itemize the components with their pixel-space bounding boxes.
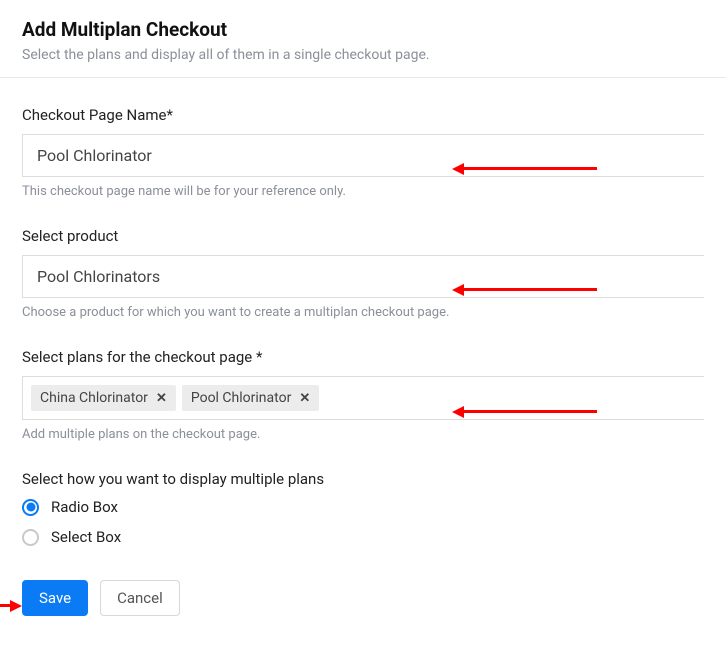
product-select[interactable]: Pool Chlorinators bbox=[22, 255, 704, 298]
remove-tag-icon[interactable]: ✕ bbox=[156, 391, 167, 406]
checkout-page-name-label: Checkout Page Name* bbox=[22, 106, 704, 124]
save-button[interactable]: Save bbox=[22, 580, 88, 616]
radio-option-select-box[interactable]: Select Box bbox=[22, 528, 704, 546]
radio-icon bbox=[22, 499, 39, 516]
plan-tag: Pool Chlorinator ✕ bbox=[182, 385, 319, 411]
field-display-mode: Select how you want to display multiple … bbox=[22, 470, 704, 546]
page-title: Add Multiplan Checkout bbox=[22, 18, 704, 41]
annotation-arrow-icon bbox=[462, 167, 597, 170]
display-mode-label: Select how you want to display multiple … bbox=[22, 470, 704, 488]
checkout-page-name-input[interactable] bbox=[22, 134, 704, 177]
radio-icon bbox=[22, 529, 39, 546]
select-plans-label: Select plans for the checkout page * bbox=[22, 348, 704, 366]
plan-tag-label: Pool Chlorinator bbox=[191, 390, 291, 406]
checkout-page-name-help: This checkout page name will be for your… bbox=[22, 184, 704, 199]
annotation-arrow-icon bbox=[462, 410, 597, 413]
plan-tag-label: China Chlorinator bbox=[40, 390, 148, 406]
select-product-help: Choose a product for which you want to c… bbox=[22, 305, 704, 320]
plan-tag: China Chlorinator ✕ bbox=[31, 385, 176, 411]
radio-option-radio-box[interactable]: Radio Box bbox=[22, 498, 704, 516]
select-product-label: Select product bbox=[22, 227, 704, 245]
field-select-plans: Select plans for the checkout page * Chi… bbox=[22, 348, 704, 442]
cancel-button[interactable]: Cancel bbox=[100, 580, 180, 616]
form-actions: Save Cancel bbox=[0, 580, 726, 616]
page-header: Add Multiplan Checkout Select the plans … bbox=[0, 0, 726, 77]
field-select-product: Select product Pool Chlorinators Choose … bbox=[22, 227, 704, 320]
radio-option-label: Radio Box bbox=[51, 498, 118, 516]
remove-tag-icon[interactable]: ✕ bbox=[299, 391, 310, 406]
plans-tag-input[interactable]: China Chlorinator ✕ Pool Chlorinator ✕ bbox=[22, 376, 704, 420]
display-mode-radio-group: Radio Box Select Box bbox=[22, 498, 704, 546]
field-checkout-page-name: Checkout Page Name* This checkout page n… bbox=[22, 106, 704, 199]
annotation-arrow-icon bbox=[462, 288, 597, 291]
radio-option-label: Select Box bbox=[51, 528, 121, 546]
annotation-arrow-icon bbox=[0, 604, 12, 607]
multiplan-form: Checkout Page Name* This checkout page n… bbox=[0, 78, 726, 546]
select-plans-help: Add multiple plans on the checkout page. bbox=[22, 427, 704, 442]
page-subtitle: Select the plans and display all of them… bbox=[22, 47, 704, 63]
